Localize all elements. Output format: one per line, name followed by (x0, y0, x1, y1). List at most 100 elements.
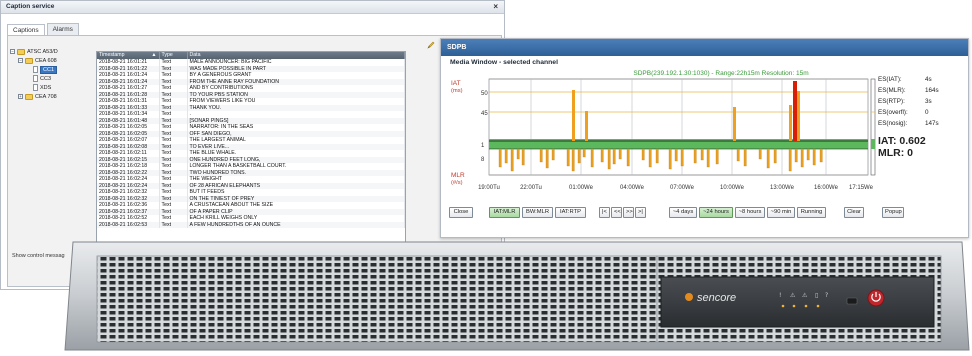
previous-button[interactable]: << (611, 207, 622, 218)
stats-panel: ES(IAT): 4s ES(MLR): 164s ES(RTP): 3s ES(ov… (878, 74, 966, 159)
mlr-bar (566, 148, 570, 167)
column-header-timestamp[interactable]: Timestamp ▲ (97, 52, 160, 59)
mlr-bar (648, 148, 652, 168)
tree-node-cc1[interactable]: CC1 (10, 66, 98, 75)
mlr-bar (693, 148, 697, 164)
tab-alarms[interactable]: Alarms (46, 23, 79, 35)
tree-node-label: CC3 (40, 76, 52, 82)
mlr-bar (806, 148, 810, 161)
tree-node-label: ATSC A53/D (27, 49, 58, 55)
column-header-type[interactable]: Type (159, 52, 188, 59)
collapse-icon[interactable]: − (10, 49, 15, 55)
expand-icon[interactable]: + (18, 94, 23, 100)
mlr-bar (612, 148, 616, 165)
plot-area (488, 78, 869, 176)
x-tick-label: 16:00We (814, 185, 839, 191)
mlr-bar (571, 148, 575, 172)
show-control-messages-option[interactable]: Show control messag (12, 253, 65, 259)
mlr-bar (800, 148, 804, 168)
caption-window-title: Caption service (6, 3, 55, 10)
identify-led-icon: ? (825, 292, 828, 299)
mlr-bar (551, 148, 555, 161)
iat-rtp-button[interactable]: IAT:RTP (555, 207, 586, 218)
mlr-bar (668, 148, 672, 170)
warning-led-icon: ⚠ (790, 292, 796, 299)
usb-port (846, 297, 858, 305)
cell-data: A FEW HUNDREDTHS OF AN OUNCE (187, 221, 405, 228)
mlr-bar (736, 148, 740, 162)
mlr-bar (794, 148, 798, 163)
sencore-appliance-image: sencore ! ⚠ ⚠ ▯ ? (64, 241, 970, 351)
mlr-bar (607, 148, 611, 170)
x-tick-label: 04:00We (620, 185, 645, 191)
tree-node-cea708[interactable]: + CEA 708 (10, 93, 98, 102)
iat-spike (789, 105, 792, 141)
caption-titlebar: Caption service × (1, 1, 504, 14)
popup-button[interactable]: Popup (882, 207, 904, 218)
storage-led-icon: ▯ (815, 292, 818, 299)
range-4days-button[interactable]: ~4 days (669, 207, 697, 218)
range-90min-button[interactable]: ~90 min (767, 207, 795, 218)
y-tick-label: 50 (481, 91, 488, 97)
tree-node-xds[interactable]: XDS (10, 84, 98, 93)
last-button[interactable]: >| (635, 207, 646, 218)
pencil-icon[interactable] (427, 41, 435, 49)
mlr-bar (758, 148, 762, 160)
tree-node-label: CC1 (40, 66, 58, 74)
tree-node-cea608[interactable]: − CEA 608 (10, 57, 98, 66)
tree-node-label: CEA 608 (35, 58, 57, 64)
mlr-bar (700, 148, 704, 161)
mlr-bar (521, 148, 525, 166)
mlr-bar (516, 148, 520, 160)
stat-row: ES(overfl): 0 (878, 109, 929, 116)
document-icon (33, 84, 38, 92)
running-button[interactable]: Running (797, 207, 826, 218)
mlr-bar (819, 148, 823, 163)
range-8hours-button[interactable]: ~8 hours (735, 207, 765, 218)
clear-button[interactable]: Clear (844, 207, 864, 218)
x-tick-label: 22:00Tu (520, 185, 542, 191)
tree-node-cc3[interactable]: CC3 (10, 75, 98, 84)
folder-icon (25, 93, 33, 100)
x-tick-label: 19:00Tu (478, 185, 500, 191)
bw-mlr-button[interactable]: BW:MLR (522, 207, 553, 218)
iat-spike (733, 107, 736, 141)
collapse-icon[interactable]: − (18, 58, 23, 64)
mlr-bar (743, 148, 747, 167)
mlr-axis-label: MLR (451, 172, 465, 179)
mlr-bar (504, 148, 508, 164)
tree-node-atsc[interactable]: − ATSC A53/D (10, 48, 98, 57)
first-button[interactable]: |< (599, 207, 610, 218)
sdpb-window: SDPB Media Window - selected channel SDP… (440, 38, 969, 238)
iat-value: IAT: 0.602 (878, 135, 926, 147)
sencore-logo: sencore (697, 292, 736, 304)
close-button[interactable]: Close (449, 207, 473, 218)
y-tick-label: 1 (481, 143, 485, 149)
range-24hours-button[interactable]: ~24 hours (699, 207, 733, 218)
y-tick-label: 8 (481, 157, 485, 163)
x-tick-label: 13:00We (770, 185, 795, 191)
sdpb-titlebar: SDPB (441, 39, 968, 56)
table-row[interactable]: 2018-08-21 16:02:53 Text A FEW HUNDREDTHS … (97, 221, 405, 228)
x-tick-label: 07:00We (670, 185, 695, 191)
iat-axis-unit: (ms) (451, 88, 463, 94)
cell-timestamp: 2018-08-21 16:02:53 (97, 221, 160, 228)
cell-type: Text (159, 221, 188, 228)
alarm-led-icon: ⚠ (802, 292, 808, 299)
next-button[interactable]: >> (623, 207, 634, 218)
mlr-bar (715, 148, 719, 165)
iat-spike (797, 91, 800, 141)
stat-row: ES(nosig): 147s (878, 120, 939, 127)
mlr-bar (680, 148, 684, 167)
nominal-band (871, 139, 875, 149)
close-icon[interactable]: × (493, 2, 498, 11)
x-tick-label: 01:00We (569, 185, 594, 191)
column-header-data[interactable]: Data (187, 52, 405, 59)
stat-row: ES(IAT): 4s (878, 76, 932, 83)
media-window-heading: Media Window - selected channel (450, 59, 558, 66)
x-tick-label: 10:00We (720, 185, 745, 191)
sort-asc-icon[interactable]: ▲ (151, 52, 156, 59)
stat-row: ES(RTP): 3s (878, 98, 932, 105)
iat-axis-label: IAT (451, 80, 461, 87)
iat-mlr-button[interactable]: IAT:MLR (489, 207, 520, 218)
